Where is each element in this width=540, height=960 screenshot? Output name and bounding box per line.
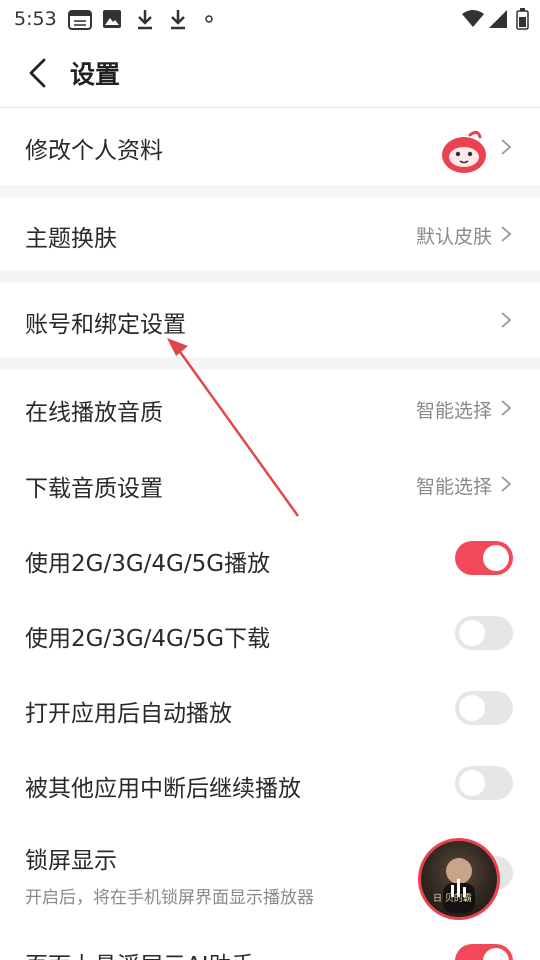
mobile-play-row: 使用2G/3G/4G/5G播放	[0, 521, 540, 596]
download-icon	[171, 10, 185, 30]
floating-ai-toggle[interactable]	[455, 944, 513, 960]
status-time: 5:53	[14, 8, 57, 30]
chevron-right-icon	[501, 139, 512, 155]
resume-label: 被其他应用中断后继续播放	[25, 776, 301, 802]
resume-row: 被其他应用中断后继续播放	[0, 746, 540, 821]
playing-bars-icon	[443, 858, 475, 913]
floating-ai-row: 页面上悬浮展示AI助手	[0, 927, 540, 960]
section-divider	[0, 357, 540, 369]
lock-screen-description: 开启后，将在手机锁屏界面显示播放器	[25, 888, 314, 908]
player-caption: 日 贝的霸	[433, 894, 472, 904]
mobile-download-toggle[interactable]	[455, 616, 513, 650]
wifi-icon	[462, 10, 484, 27]
download-icon	[138, 10, 152, 30]
mobile-download-label: 使用2G/3G/4G/5G下载	[25, 626, 271, 652]
floating-ai-label: 页面上悬浮展示AI助手	[25, 946, 255, 960]
download-quality-label: 下载音质设置	[25, 476, 163, 502]
resume-toggle[interactable]	[455, 766, 513, 800]
chevron-right-icon	[501, 400, 512, 416]
dot-icon	[205, 15, 213, 23]
theme-row[interactable]: 主题换肤 默认皮肤	[0, 197, 540, 271]
chevron-right-icon	[501, 312, 512, 328]
account-binding-label: 账号和绑定设置	[25, 312, 186, 338]
mini-player[interactable]: 日 贝的霸	[418, 838, 500, 920]
section-divider	[0, 185, 540, 197]
online-quality-value: 智能选择	[415, 400, 492, 422]
image-icon	[103, 10, 121, 28]
online-quality-row[interactable]: 在线播放音质 智能选择	[0, 369, 540, 445]
chevron-right-icon	[501, 476, 512, 492]
toggle-knob	[459, 770, 485, 796]
account-binding-row[interactable]: 账号和绑定设置	[0, 283, 540, 357]
album-cover: 日 贝的霸	[421, 841, 497, 917]
toggle-knob	[483, 948, 509, 960]
lock-screen-label: 锁屏显示	[25, 848, 117, 874]
autoplay-label: 打开应用后自动播放	[25, 701, 232, 727]
mobile-download-row: 使用2G/3G/4G/5G下载	[0, 596, 540, 671]
edit-profile-label: 修改个人资料	[25, 138, 163, 164]
autoplay-row: 打开应用后自动播放	[0, 671, 540, 746]
autoplay-toggle[interactable]	[455, 691, 513, 725]
calendar-icon	[68, 10, 92, 30]
page-title: 设置	[70, 60, 121, 89]
toggle-knob	[459, 620, 485, 646]
toggle-knob	[483, 545, 509, 571]
signal-icon	[489, 10, 507, 28]
header-bar: 设置	[0, 40, 540, 108]
toggle-knob	[459, 695, 485, 721]
section-divider	[0, 271, 540, 283]
online-quality-label: 在线播放音质	[25, 400, 163, 426]
battery-icon	[516, 8, 529, 30]
download-quality-value: 智能选择	[415, 476, 492, 498]
download-quality-row[interactable]: 下载音质设置 智能选择	[0, 445, 540, 521]
mobile-play-toggle[interactable]	[455, 541, 513, 575]
back-button[interactable]	[26, 56, 50, 90]
mobile-play-label: 使用2G/3G/4G/5G播放	[25, 551, 271, 577]
status-bar: 5:53	[0, 0, 540, 40]
theme-value: 默认皮肤	[415, 226, 492, 248]
chevron-right-icon	[501, 226, 512, 242]
avatar[interactable]	[440, 127, 488, 175]
theme-label: 主题换肤	[25, 226, 117, 252]
edit-profile-row[interactable]: 修改个人资料	[0, 109, 540, 185]
